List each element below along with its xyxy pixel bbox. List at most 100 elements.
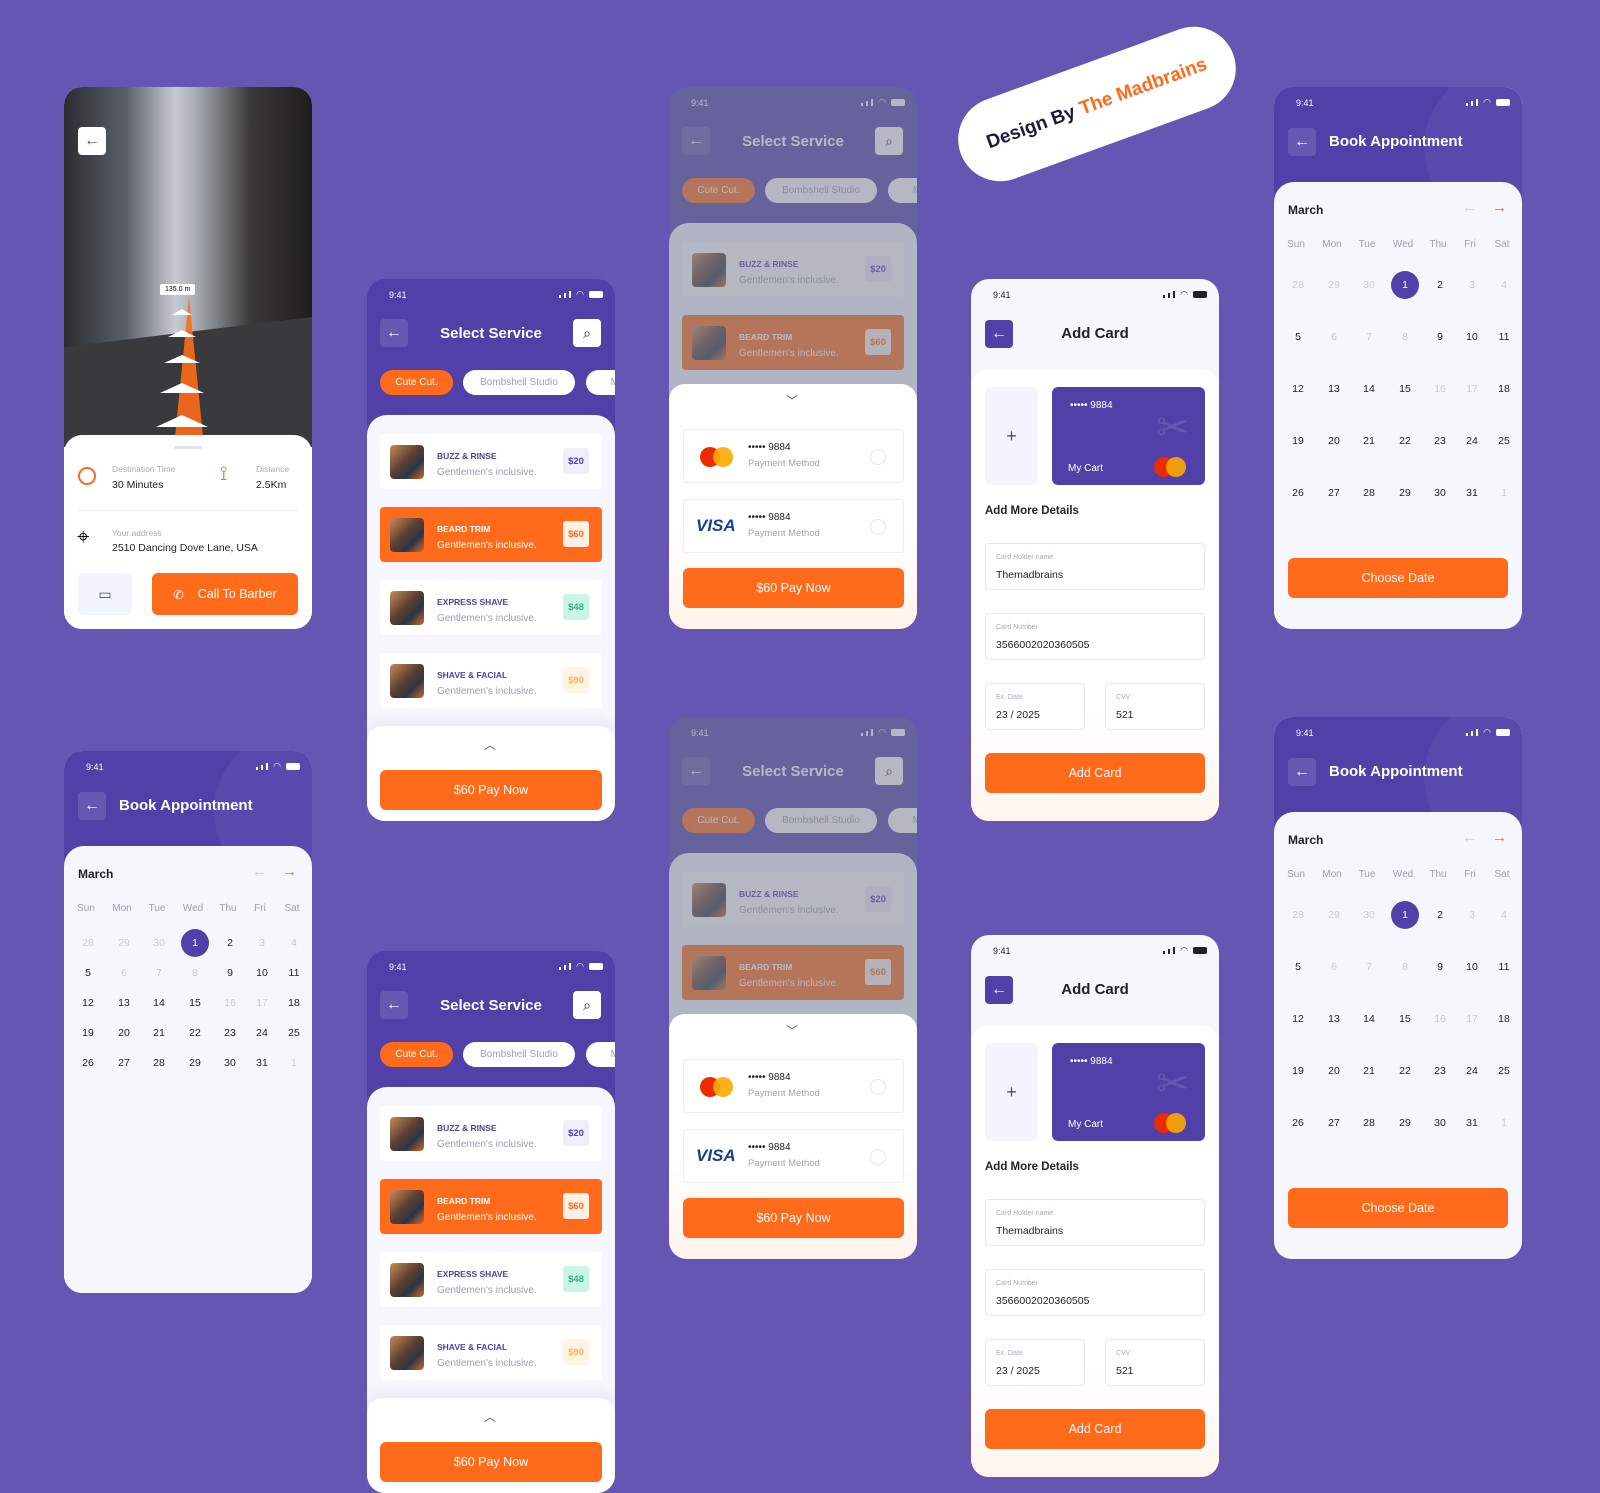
payment-radio[interactable]	[870, 1149, 886, 1165]
calendar-day[interactable]: 19	[74, 1019, 102, 1047]
payment-method[interactable]: VISA ••••• 9884 Payment Method	[683, 499, 904, 553]
prev-month-button[interactable]: ←	[1462, 829, 1477, 846]
calendar-day[interactable]: 21	[1355, 427, 1383, 455]
calendar-day[interactable]: 28	[1284, 901, 1312, 929]
calendar-day[interactable]: 17	[1458, 1005, 1486, 1033]
filter-chip[interactable]: Cute Cut.	[380, 1042, 453, 1067]
filter-chip[interactable]: Mi	[586, 1042, 615, 1067]
calendar-day[interactable]: 23	[1426, 427, 1454, 455]
calendar-day[interactable]: 23	[216, 1019, 244, 1047]
calendar-day[interactable]: 16	[1426, 375, 1454, 403]
back-button[interactable]: ←	[1288, 758, 1316, 786]
calendar-day[interactable]: 24	[1458, 1057, 1486, 1085]
back-button[interactable]: ←	[78, 127, 106, 155]
calendar-day[interactable]: 2	[216, 929, 244, 957]
calendar-day[interactable]: 16	[1426, 1005, 1454, 1033]
payment-method[interactable]: VISA ••••• 9884 Payment Method	[683, 1129, 904, 1183]
calendar-day[interactable]: 29	[181, 1049, 209, 1077]
service-item[interactable]: SHAVE & FACIAL Gentlemen's inclusive. $90	[380, 1325, 602, 1380]
calendar-day[interactable]: 8	[1391, 953, 1419, 981]
calendar-day[interactable]: 28	[1284, 271, 1312, 299]
calendar-day[interactable]: 29	[1320, 271, 1348, 299]
filter-chip[interactable]: Bombshell Studio	[463, 1042, 575, 1067]
chat-button[interactable]: ▭	[78, 573, 132, 615]
calendar-day[interactable]: 15	[1391, 1005, 1419, 1033]
calendar-day[interactable]: 31	[248, 1049, 276, 1077]
calendar-day[interactable]: 27	[1320, 1109, 1348, 1137]
cvv-field[interactable]: CVV 521	[1105, 1339, 1205, 1386]
calendar-day[interactable]: 5	[1284, 323, 1312, 351]
calendar-day[interactable]: 1	[1391, 271, 1419, 299]
calendar-day[interactable]: 12	[1284, 375, 1312, 403]
calendar-day[interactable]: 15	[1391, 375, 1419, 403]
calendar-day[interactable]: 18	[1490, 375, 1518, 403]
pay-now-button[interactable]: $60 Pay Now	[380, 770, 602, 810]
calendar-day[interactable]: 13	[110, 989, 138, 1017]
calendar-day[interactable]: 14	[1355, 375, 1383, 403]
calendar-day[interactable]: 11	[1490, 323, 1518, 351]
calendar-day[interactable]: 14	[1355, 1005, 1383, 1033]
choose-date-button[interactable]: Choose Date	[1288, 1188, 1508, 1228]
calendar-day[interactable]: 4	[280, 929, 308, 957]
pay-now-button[interactable]: $60 Pay Now	[683, 568, 904, 608]
card-number-field[interactable]: Card Number 3566002020360505	[985, 1269, 1205, 1316]
calendar-day[interactable]: 15	[181, 989, 209, 1017]
calendar-day[interactable]: 26	[1284, 1109, 1312, 1137]
payment-radio[interactable]	[870, 1079, 886, 1095]
calendar-day[interactable]: 3	[248, 929, 276, 957]
calendar-day[interactable]: 30	[216, 1049, 244, 1077]
calendar-day[interactable]: 25	[280, 1019, 308, 1047]
prev-month-button[interactable]: ←	[1462, 199, 1477, 216]
calendar-day[interactable]: 2	[1426, 901, 1454, 929]
card-holder-field[interactable]: Card Holder name Themadbrains	[985, 543, 1205, 590]
calendar-day[interactable]: 21	[145, 1019, 173, 1047]
payment-radio[interactable]	[870, 519, 886, 535]
calendar-day[interactable]: 6	[110, 959, 138, 987]
search-button[interactable]: ⌕	[573, 319, 601, 347]
service-item[interactable]: EXPRESS SHAVE Gentlemen's inclusive. $48	[380, 580, 602, 635]
chevron-down-icon[interactable]: ﹀	[786, 1022, 798, 1039]
calendar-day[interactable]: 19	[1284, 427, 1312, 455]
card-number-field[interactable]: Card Number 3566002020360505	[985, 613, 1205, 660]
calendar-day[interactable]: 16	[216, 989, 244, 1017]
calendar-day[interactable]: 12	[1284, 1005, 1312, 1033]
calendar-day[interactable]: 9	[216, 959, 244, 987]
calendar-day[interactable]: 9	[1426, 323, 1454, 351]
calendar-day[interactable]: 19	[1284, 1057, 1312, 1085]
drag-handle[interactable]	[174, 446, 202, 449]
next-month-button[interactable]: →	[1492, 199, 1507, 216]
chevron-up-icon[interactable]: ︿	[484, 1408, 496, 1425]
calendar-day[interactable]: 21	[1355, 1057, 1383, 1085]
calendar-day[interactable]: 24	[1458, 427, 1486, 455]
call-barber-button[interactable]: ✆ Call To Barber	[152, 573, 298, 615]
payment-method[interactable]: ••••• 9884 Payment Method	[683, 1059, 904, 1113]
calendar-day[interactable]: 5	[1284, 953, 1312, 981]
calendar-day[interactable]: 7	[1355, 323, 1383, 351]
calendar-day[interactable]: 27	[110, 1049, 138, 1077]
service-item[interactable]: SHAVE & FACIAL Gentlemen's inclusive. $90	[380, 653, 602, 708]
calendar-day[interactable]: 28	[1355, 1109, 1383, 1137]
calendar-day[interactable]: 28	[1355, 479, 1383, 507]
add-new-card-button[interactable]: +	[985, 387, 1038, 485]
back-button[interactable]: ←	[1288, 128, 1316, 156]
calendar-day[interactable]: 17	[1458, 375, 1486, 403]
calendar-day[interactable]: 4	[1490, 271, 1518, 299]
calendar-day[interactable]: 22	[1391, 427, 1419, 455]
calendar-day[interactable]: 26	[1284, 479, 1312, 507]
calendar-day[interactable]: 3	[1458, 271, 1486, 299]
calendar-day[interactable]: 13	[1320, 1005, 1348, 1033]
service-item[interactable]: BEARD TRIM Gentlemen's inclusive. $60	[380, 1179, 602, 1234]
calendar-day[interactable]: 20	[1320, 1057, 1348, 1085]
saved-card[interactable]: ••••• 9884 My Cart ✂	[1052, 1043, 1205, 1141]
calendar-day[interactable]: 1	[1490, 1109, 1518, 1137]
calendar-day[interactable]: 1	[1490, 479, 1518, 507]
prev-month-button[interactable]: ←	[252, 863, 267, 880]
calendar-day[interactable]: 1	[181, 929, 209, 957]
calendar-day[interactable]: 31	[1458, 479, 1486, 507]
next-month-button[interactable]: →	[282, 863, 297, 880]
calendar-day[interactable]: 27	[1320, 479, 1348, 507]
choose-date-button[interactable]: Choose Date	[1288, 558, 1508, 598]
calendar-day[interactable]: 13	[1320, 375, 1348, 403]
payment-method[interactable]: ••••• 9884 Payment Method	[683, 429, 904, 483]
calendar-day[interactable]: 20	[1320, 427, 1348, 455]
